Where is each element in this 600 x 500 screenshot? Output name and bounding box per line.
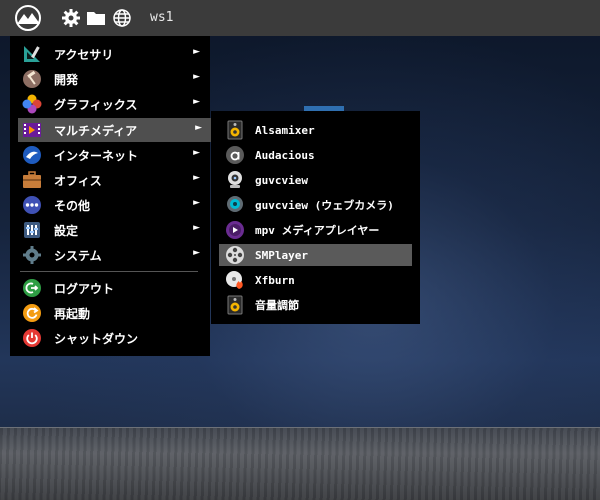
submenu-item-label: Audacious <box>255 148 315 162</box>
menu-item-label: グラフィックス <box>54 97 138 112</box>
submenu-item-volume-control[interactable]: 音量調節 <box>219 294 412 316</box>
menu-item-label: インターネット <box>54 148 139 163</box>
multimedia-submenu: Alsamixer Audacious guvcview guvcview (ウ… <box>211 111 420 324</box>
menu-item-graphics[interactable]: グラフィックス ► <box>18 92 210 116</box>
menu-item-multimedia[interactable]: マルチメディア ► <box>18 118 212 142</box>
globe-icon[interactable] <box>112 8 132 28</box>
submenu-item-audacious[interactable]: Audacious <box>219 144 412 166</box>
office-icon <box>23 171 41 188</box>
submenu-arrow-icon: ► <box>193 198 200 208</box>
menu-item-internet[interactable]: インターネット ► <box>18 143 210 167</box>
menu-item-settings[interactable]: 設定 ► <box>18 218 210 242</box>
menu-item-shutdown[interactable]: シャットダウン <box>18 326 210 350</box>
mpv-icon <box>226 221 244 239</box>
development-icon <box>23 70 41 88</box>
submenu-item-label: 音量調節 <box>255 299 299 312</box>
menu-item-label: 再起動 <box>54 306 91 321</box>
internet-icon <box>23 146 41 164</box>
submenu-item-label: mpv メディアプレイヤー <box>255 224 380 237</box>
submenu-item-alsamixer[interactable]: Alsamixer <box>219 119 412 141</box>
submenu-item-guvcview-webcam[interactable]: guvcview (ウェブカメラ) <box>219 194 412 216</box>
menu-item-office[interactable]: オフィス ► <box>18 168 210 192</box>
accessories-icon <box>24 46 40 62</box>
menu-item-label: ログアウト <box>54 281 115 296</box>
menu-item-logout[interactable]: ログアウト <box>18 276 210 300</box>
submenu-item-label: guvcview (ウェブカメラ) <box>255 199 394 212</box>
submenu-arrow-icon: ► <box>193 173 200 183</box>
shutdown-icon <box>23 329 41 347</box>
menu-item-reboot[interactable]: 再起動 <box>18 301 210 325</box>
graphics-icon <box>22 94 42 114</box>
submenu-arrow-icon: ► <box>193 223 200 233</box>
menu-item-label: 開発 <box>54 72 79 87</box>
submenu-arrow-icon: ► <box>193 72 200 82</box>
top-panel: ws1 <box>0 0 600 36</box>
submenu-arrow-icon: ► <box>193 248 200 258</box>
menu-item-label: その他 <box>54 198 91 213</box>
menu-item-label: マルチメディア <box>54 123 138 138</box>
webcam-icon <box>228 171 242 188</box>
menu-item-label: シャットダウン <box>54 331 139 346</box>
menu-separator <box>20 271 198 272</box>
menu-item-system[interactable]: システム ► <box>18 243 210 267</box>
submenu-arrow-icon: ► <box>195 123 202 133</box>
disc-burn-icon <box>226 271 243 289</box>
audacious-icon <box>226 146 244 164</box>
reboot-icon <box>23 304 41 322</box>
speaker-icon <box>227 295 243 315</box>
menu-item-development[interactable]: 開発 ► <box>18 67 210 91</box>
submenu-item-label: guvcview <box>255 173 308 187</box>
submenu-arrow-icon: ► <box>193 47 200 57</box>
submenu-item-xfburn[interactable]: Xfburn <box>219 269 412 291</box>
menu-item-label: オフィス <box>54 173 102 188</box>
speaker-icon <box>227 120 243 140</box>
other-icon <box>23 196 41 214</box>
menu-item-label: システム <box>54 248 102 263</box>
submenu-item-guvcview[interactable]: guvcview <box>219 169 412 191</box>
submenu-arrow-icon: ► <box>193 148 200 158</box>
submenu-item-label: Xfburn <box>255 273 295 287</box>
workspace-label[interactable]: ws1 <box>150 10 173 25</box>
webcam-blue-icon <box>227 196 243 212</box>
menu-item-other[interactable]: その他 ► <box>18 193 210 217</box>
logout-icon <box>23 279 41 297</box>
menu-item-accessories[interactable]: アクセサリ ► <box>18 42 210 66</box>
submenu-item-label: Alsamixer <box>255 123 315 137</box>
settings-icon <box>24 222 40 238</box>
gear-icon[interactable] <box>61 8 81 28</box>
desktop-ground <box>0 427 600 500</box>
multimedia-icon <box>23 123 41 137</box>
menu-item-label: 設定 <box>54 223 79 238</box>
submenu-item-smplayer[interactable]: SMPlayer <box>219 244 412 266</box>
folder-icon[interactable] <box>86 8 106 28</box>
submenu-item-mpv[interactable]: mpv メディアプレイヤー <box>219 219 412 241</box>
launcher-logo[interactable] <box>10 4 46 32</box>
main-menu: アクセサリ ► 開発 ► グラフィックス ► マルチメディア ► インターネット… <box>10 36 212 356</box>
system-icon <box>23 246 41 264</box>
menu-item-label: アクセサリ <box>54 47 114 62</box>
submenu-item-label: SMPlayer <box>255 248 308 262</box>
film-reel-icon <box>226 246 244 264</box>
submenu-arrow-icon: ► <box>193 97 200 107</box>
